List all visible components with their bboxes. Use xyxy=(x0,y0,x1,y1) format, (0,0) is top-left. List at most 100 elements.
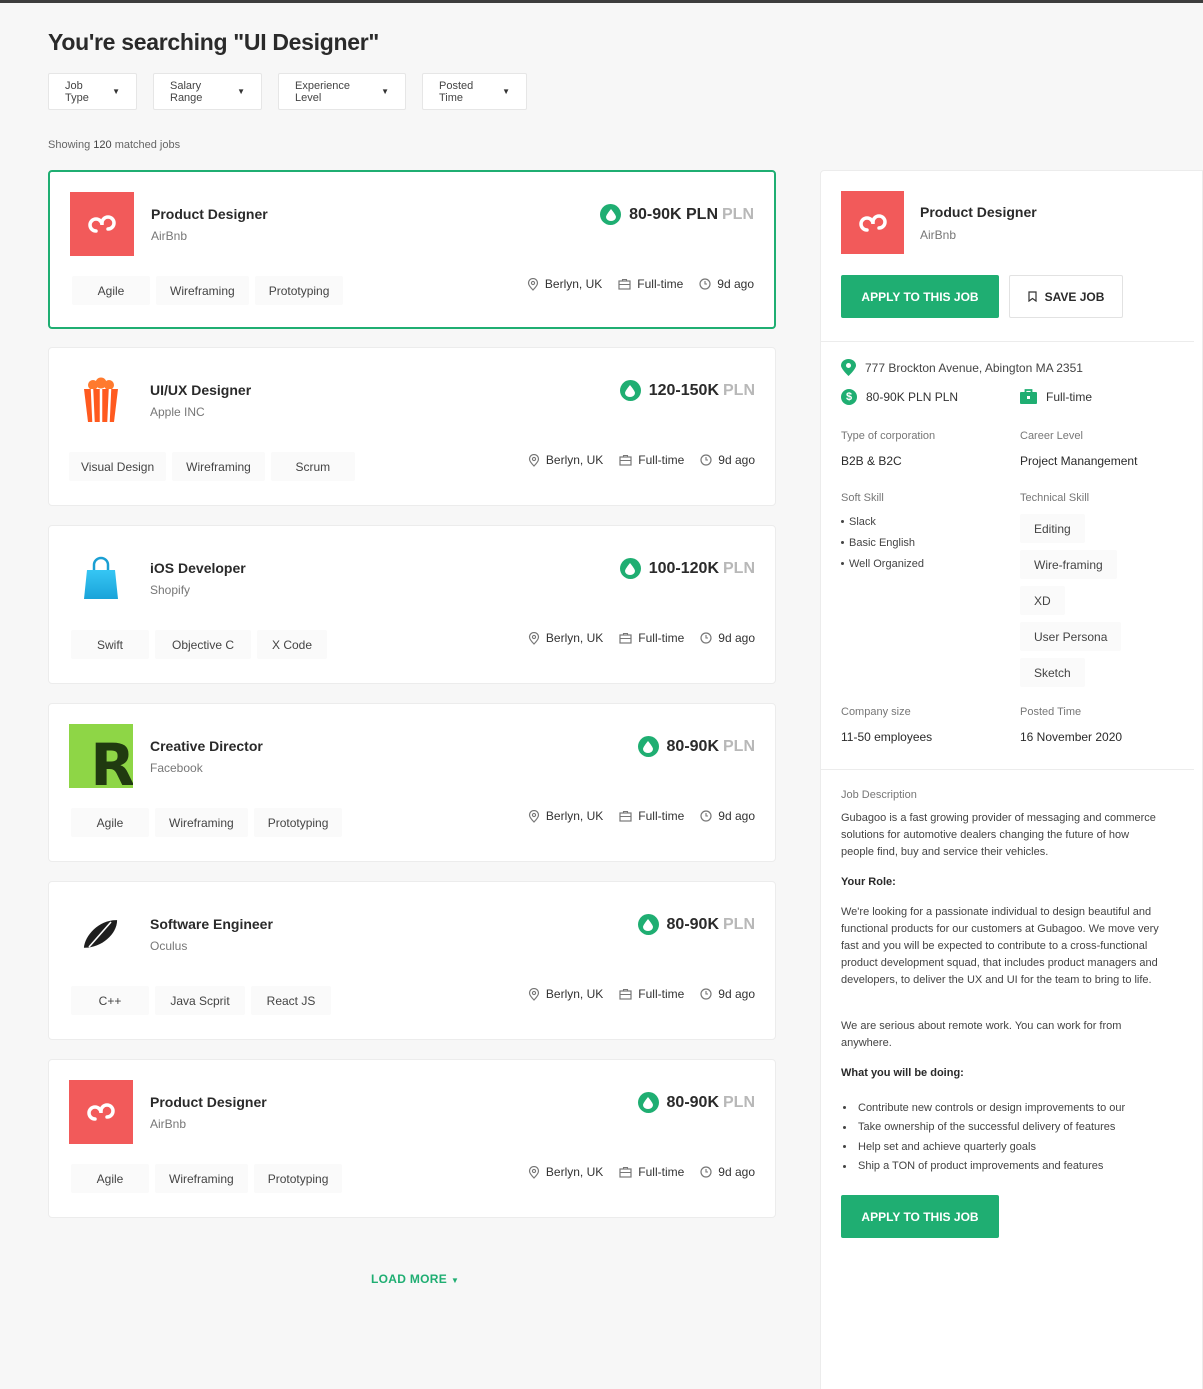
job-card[interactable]: Software Engineer Oculus 80-90K PLN C++ J… xyxy=(48,881,776,1040)
clock-icon xyxy=(700,1166,712,1178)
job-location: Berlyn, UK xyxy=(545,631,604,645)
soft-skill-label: Soft Skill xyxy=(841,492,884,504)
bookmark-icon xyxy=(1027,291,1037,302)
clock-icon xyxy=(699,278,711,290)
job-description-label: Job Description xyxy=(841,789,917,801)
job-tags: Swift Objective C X Code xyxy=(71,630,327,659)
r-letter-logo: R xyxy=(69,724,133,788)
job-description-text: Gubagoo is a fast growing provider of me… xyxy=(841,812,1156,858)
dollar-icon: $ xyxy=(841,389,857,405)
tech-skill-label: Technical Skill xyxy=(1020,492,1090,504)
filter-label: Salary Range xyxy=(170,79,203,104)
job-type: Full-time xyxy=(638,631,685,645)
posted-time-value: 16 November 2020 xyxy=(1020,730,1123,744)
job-type-row: Full-time xyxy=(1020,389,1092,404)
job-title: Product Designer xyxy=(150,1094,267,1110)
soft-skill: Slack xyxy=(849,515,876,528)
doing-item: Help set and achieve quarterly goals xyxy=(858,1140,1036,1153)
save-job-button[interactable]: SAVE JOB xyxy=(1009,275,1123,318)
skill-tag: Prototyping xyxy=(253,808,343,837)
detail-salary: 80-90K PLN PLN xyxy=(866,390,959,404)
remote-work-text: We are serious about remote work. You ca… xyxy=(841,1020,1122,1049)
job-tags: Agile Wireframing Prototyping xyxy=(71,1164,343,1193)
briefcase-icon xyxy=(1020,389,1037,404)
skill-tag: C++ xyxy=(71,986,149,1015)
job-type: Full-time xyxy=(637,277,684,291)
job-company: AirBnb xyxy=(151,229,188,243)
skill-tag: Agile xyxy=(71,808,149,837)
job-title: Software Engineer xyxy=(150,916,273,932)
airbnb-logo xyxy=(70,192,134,256)
airbnb-logo xyxy=(69,1080,133,1144)
job-card[interactable]: R Creative Director Facebook 80-90K PLN A… xyxy=(48,703,776,862)
job-card[interactable]: Product Designer AirBnb 80-90K PLN Agile … xyxy=(48,1059,776,1218)
company-size-value: 11-50 employees xyxy=(841,730,933,744)
filter-job-type[interactable]: Job Type ▼ xyxy=(48,73,137,110)
list-item: Contribute new controls or design improv… xyxy=(841,1098,1125,1118)
location-pin-icon xyxy=(528,1165,540,1179)
drop-icon xyxy=(600,204,622,225)
filter-bar: Job Type ▼ Salary Range ▼ Experience Lev… xyxy=(48,73,527,110)
job-company: Shopify xyxy=(150,583,191,597)
list-item: Well Organized xyxy=(841,553,924,574)
results-suffix: matched jobs xyxy=(114,139,181,151)
chevron-down-icon: ▼ xyxy=(112,87,120,96)
job-type: Full-time xyxy=(638,453,685,467)
chevron-down-icon: ▼ xyxy=(381,87,389,96)
job-posted: 9d ago xyxy=(717,277,754,291)
list-item: Slack xyxy=(841,511,924,532)
job-card[interactable]: iOS Developer Shopify 100-120K PLN Swift … xyxy=(48,525,776,684)
job-type: Full-time xyxy=(638,809,685,823)
location-pin-icon xyxy=(527,277,539,291)
salary-currency: PLN xyxy=(723,1093,755,1111)
job-company: Facebook xyxy=(150,761,203,775)
doing-item: Ship a TON of product improvements and f… xyxy=(858,1160,1104,1173)
clock-icon xyxy=(700,632,712,644)
filter-label: Posted Time xyxy=(439,79,474,104)
results-prefix: Showing xyxy=(48,139,91,151)
list-item: Help set and achieve quarterly goals xyxy=(841,1137,1125,1157)
filter-posted-time[interactable]: Posted Time ▼ xyxy=(422,73,527,110)
job-meta: Berlyn, UK Full-time 9d ago xyxy=(528,1165,755,1179)
job-posted: 9d ago xyxy=(718,1165,755,1179)
job-location: Berlyn, UK xyxy=(545,1165,604,1179)
filter-salary-range[interactable]: Salary Range ▼ xyxy=(153,73,262,110)
skill-tag: User Persona xyxy=(1020,622,1122,651)
job-posted: 9d ago xyxy=(718,987,755,1001)
soft-skill: Basic English xyxy=(849,536,916,549)
skill-tag: Wire-framing xyxy=(1020,550,1117,579)
salary-value: 80-90K xyxy=(666,737,719,755)
apply-button[interactable]: APPLY TO THIS JOB xyxy=(841,275,999,318)
salary-currency: PLN xyxy=(723,915,755,933)
leaf-logo xyxy=(69,902,133,966)
list-item: Basic English xyxy=(841,532,924,553)
job-tags: Visual Design Wireframing Scrum xyxy=(69,452,355,481)
list-item: Take ownership of the successful deliver… xyxy=(841,1118,1125,1138)
job-posted: 9d ago xyxy=(718,453,755,467)
drop-icon xyxy=(637,1092,659,1113)
job-meta: Berlyn, UK Full-time 9d ago xyxy=(528,987,755,1001)
clock-icon xyxy=(700,988,712,1000)
detail-company: AirBnb xyxy=(920,228,957,242)
job-posted: 9d ago xyxy=(718,631,755,645)
job-type: Full-time xyxy=(638,987,685,1001)
shopping-bag-logo xyxy=(69,546,133,610)
job-meta: Berlyn, UK Full-time 9d ago xyxy=(528,631,755,645)
job-company: Apple INC xyxy=(150,405,205,419)
load-more-button[interactable]: LOAD MORE ▼ xyxy=(371,1272,459,1286)
job-company: Oculus xyxy=(150,939,188,953)
detail-title: Product Designer xyxy=(920,204,1037,220)
filter-experience-level[interactable]: Experience Level ▼ xyxy=(278,73,406,110)
job-tags: Agile Wireframing Prototyping xyxy=(71,808,343,837)
address-row: 777 Brockton Avenue, Abington MA 2351 xyxy=(841,359,1083,376)
career-label: Career Level xyxy=(1020,430,1083,442)
job-salary: 120-150K PLN xyxy=(619,380,755,401)
apply-button-bottom[interactable]: APPLY TO THIS JOB xyxy=(841,1195,999,1238)
briefcase-icon xyxy=(619,810,632,822)
briefcase-icon xyxy=(619,988,632,1000)
job-card[interactable]: Product Designer AirBnb 80-90K PLN PLN Ag… xyxy=(48,170,776,329)
job-card[interactable]: UI/UX Designer Apple INC 120-150K PLN Vis… xyxy=(48,347,776,506)
skill-tag: Wireframing xyxy=(172,452,265,481)
location-pin-icon xyxy=(528,631,540,645)
skill-tag: Agile xyxy=(72,276,150,305)
